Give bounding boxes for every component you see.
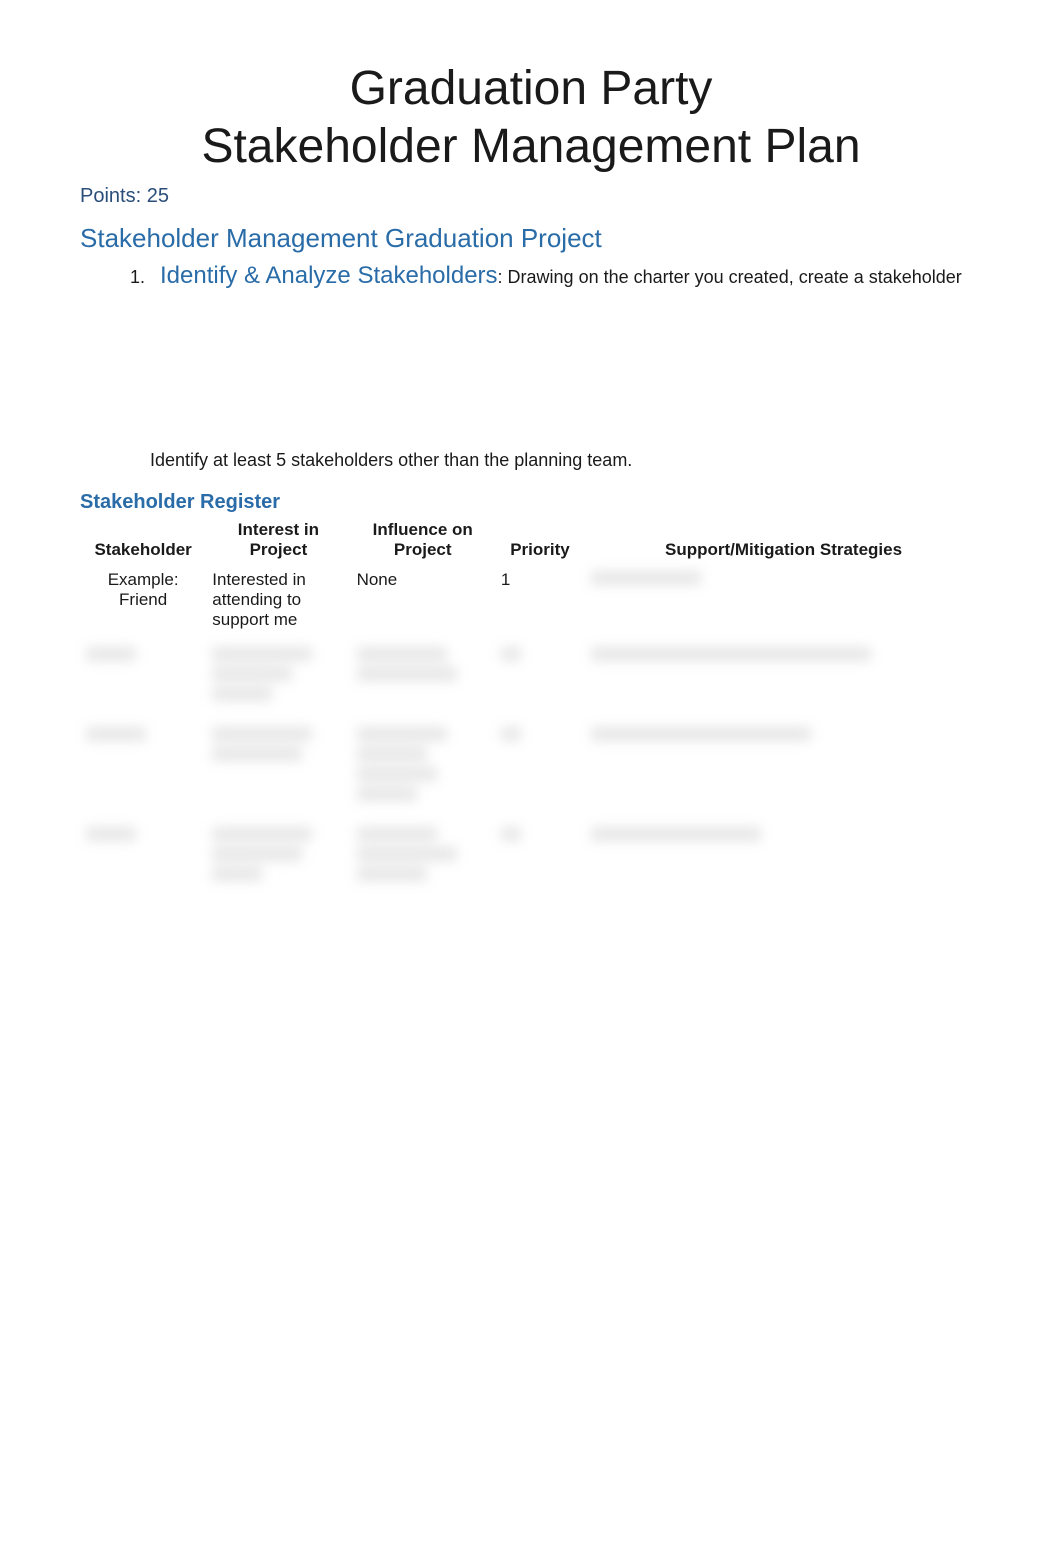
table-row: Example: Friend Interested in attending … [80, 564, 982, 636]
section-heading: Stakeholder Management Graduation Projec… [80, 223, 982, 254]
th-priority: Priority [495, 516, 585, 564]
points-label: Points: 25 [80, 185, 982, 208]
th-stakeholder: Stakeholder [80, 516, 206, 564]
step-list: 1. Identify & Analyze Stakeholders: Draw… [130, 262, 982, 290]
table-row-blurred [80, 716, 982, 816]
cell-influence: None [351, 564, 495, 636]
step-item-1: 1. Identify & Analyze Stakeholders: Draw… [130, 262, 982, 290]
page-title: Graduation Party Stakeholder Management … [80, 60, 982, 175]
step-marker: 1. [130, 267, 150, 288]
content-gap [80, 290, 982, 450]
table-row-blurred [80, 816, 982, 896]
cell-strategy-blurred [585, 564, 982, 636]
sub-instruction: Identify at least 5 stakeholders other t… [150, 450, 982, 471]
step-title: Identify & Analyze Stakeholders [160, 262, 498, 289]
table-row-blurred [80, 896, 982, 916]
th-interest: Interest in Project [206, 516, 350, 564]
cell-stakeholder: Example: Friend [80, 564, 206, 636]
stakeholder-table-wrap: Stakeholder Interest in Project Influenc… [80, 516, 982, 936]
table-row-blurred [80, 916, 982, 936]
register-heading: Stakeholder Register [80, 491, 982, 514]
table-header-row: Stakeholder Interest in Project Influenc… [80, 516, 982, 564]
stakeholder-table: Stakeholder Interest in Project Influenc… [80, 516, 982, 936]
title-line2: Stakeholder Management Plan [201, 120, 860, 173]
cell-interest: Interested in attending to support me [206, 564, 350, 636]
cell-priority: 1 [495, 564, 585, 636]
th-influence: Influence on Project [351, 516, 495, 564]
step-content: Identify & Analyze Stakeholders: Drawing… [160, 262, 962, 290]
th-strategy: Support/Mitigation Strategies [585, 516, 982, 564]
step-description: : Drawing on the charter you created, cr… [498, 267, 962, 287]
table-row-blurred [80, 636, 982, 716]
title-line1: Graduation Party [350, 62, 713, 115]
